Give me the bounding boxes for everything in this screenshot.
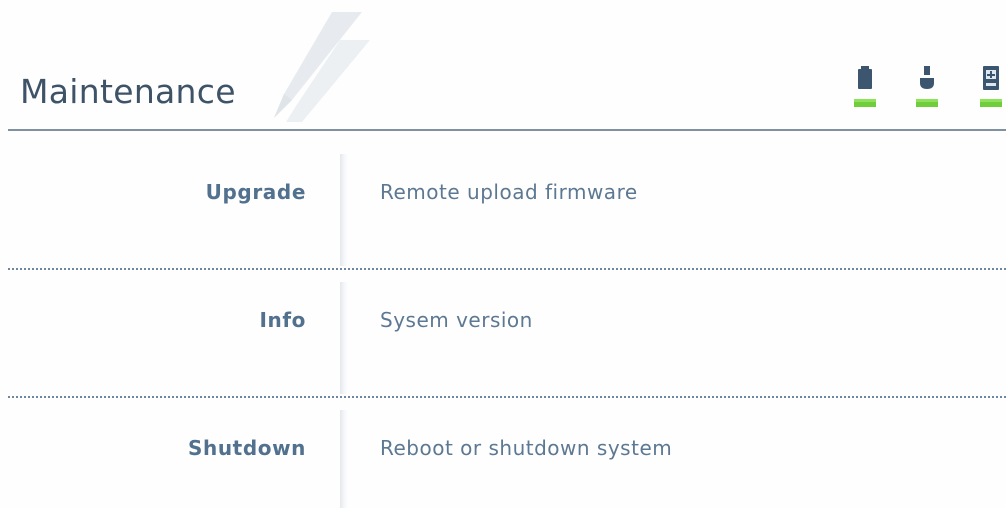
maintenance-page: Maintenance Upgrade Remote upload firmwa… — [0, 0, 1006, 508]
menu-item-description: Remote upload firmware — [380, 180, 638, 204]
maintenance-menu: Upgrade Remote upload firmware Info Syse… — [0, 142, 1006, 508]
menu-item-label: Upgrade — [205, 180, 306, 204]
drive-icon[interactable] — [978, 66, 1004, 112]
battery-icon[interactable] — [852, 66, 878, 112]
column-divider — [340, 410, 348, 508]
usb-icon[interactable] — [914, 66, 940, 112]
menu-item-description: Reboot or shutdown system — [380, 436, 673, 460]
menu-item-upgrade[interactable]: Upgrade Remote upload firmware — [0, 142, 1006, 270]
menu-item-description: Sysem version — [380, 308, 533, 332]
page-title: Maintenance — [20, 72, 236, 111]
menu-item-label: Info — [259, 308, 306, 332]
column-divider — [340, 282, 348, 394]
page-header: Maintenance — [0, 0, 1006, 132]
menu-item-shutdown[interactable]: Shutdown Reboot or shutdown system — [0, 398, 1006, 508]
pen-icon — [262, 10, 382, 126]
menu-item-label: Shutdown — [187, 436, 306, 460]
menu-item-info[interactable]: Info Sysem version — [0, 270, 1006, 398]
column-divider — [340, 154, 348, 266]
status-icons — [850, 66, 1006, 112]
